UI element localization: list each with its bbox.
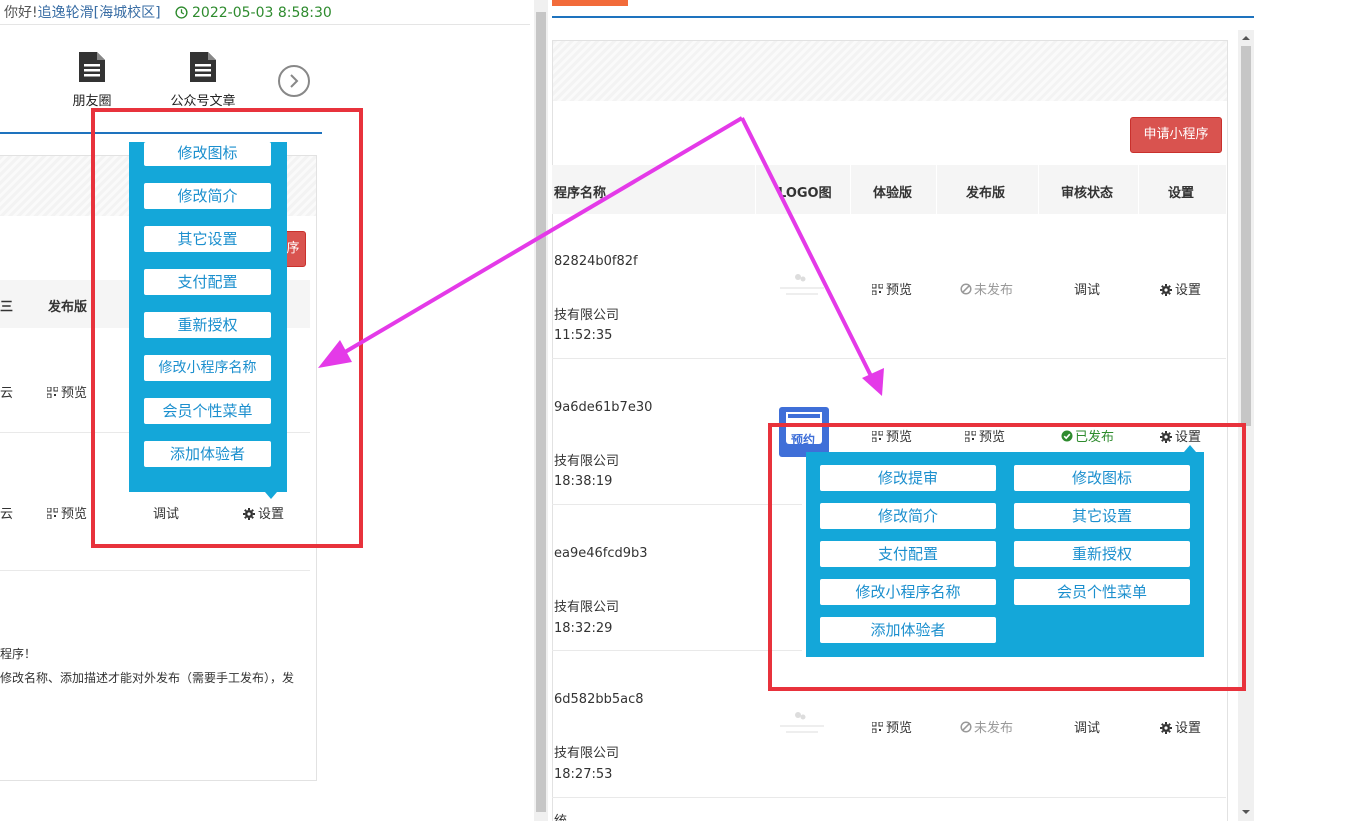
annotation-arrows <box>318 116 884 396</box>
arrowhead-left <box>318 340 352 368</box>
arrow-to-left-menu <box>338 116 744 357</box>
arrow-to-right-menu <box>740 117 874 379</box>
arrowhead-right <box>862 368 884 396</box>
